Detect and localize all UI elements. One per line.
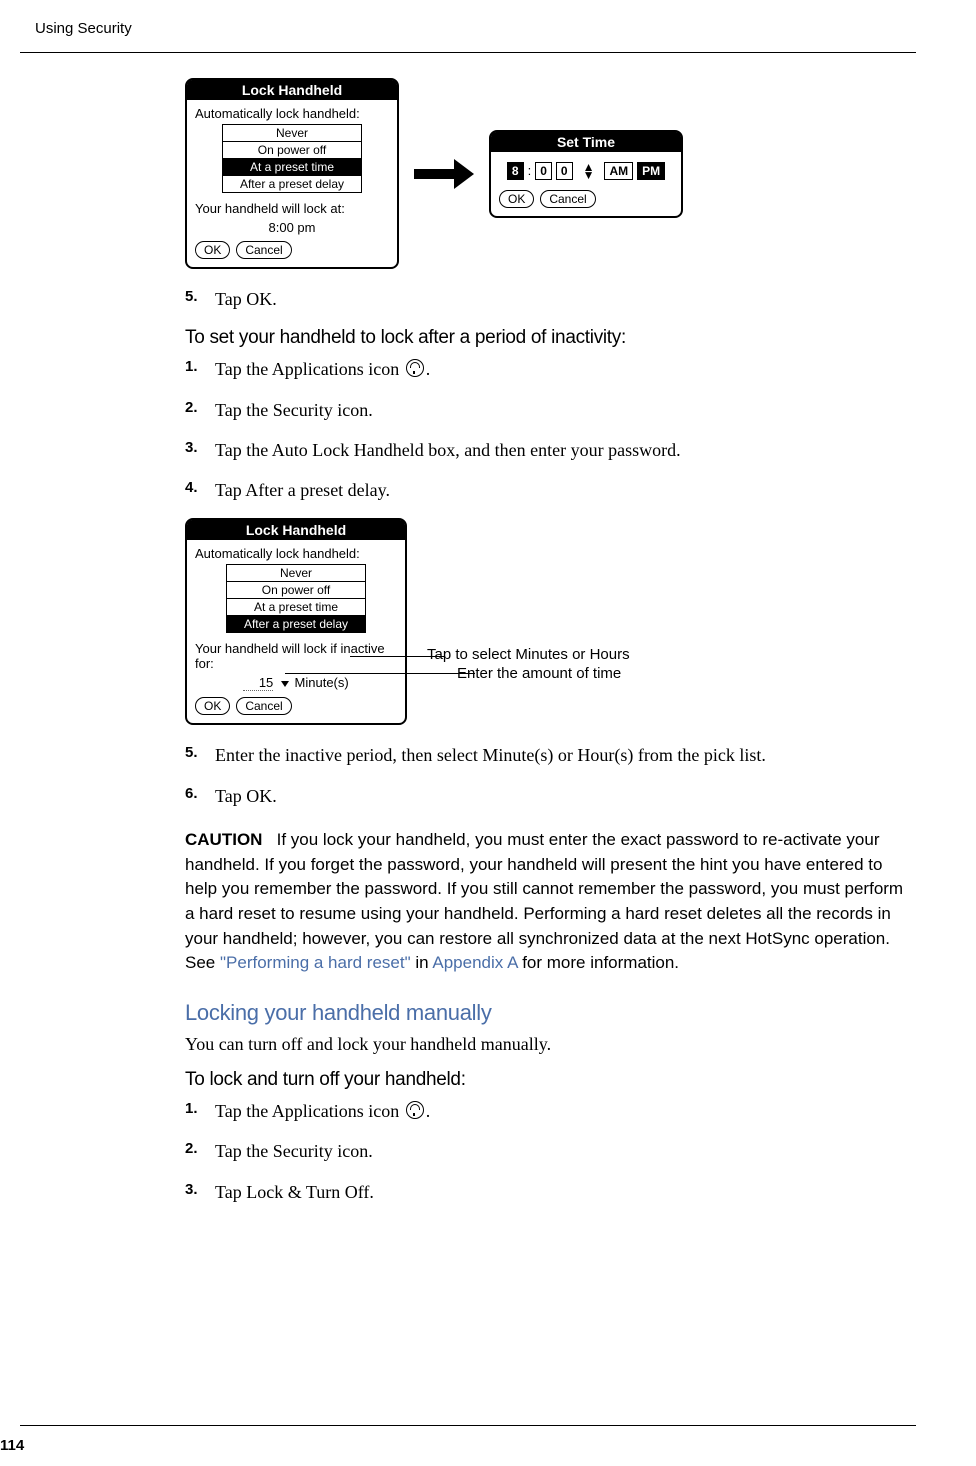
page-number: 114 (0, 1437, 24, 1454)
callout-minutes-hours: Tap to select Minutes or Hours (427, 646, 630, 663)
link-appendix-a[interactable]: Appendix A (432, 953, 517, 972)
step-number: 1. (185, 357, 215, 381)
step-b1: 1. Tap the Applications icon . (185, 1099, 905, 1123)
settime-ok-button[interactable]: OK (499, 190, 534, 208)
step-5-tapok: 5. Tap OK. (185, 287, 905, 311)
step-text: Enter the inactive period, then select M… (215, 743, 766, 767)
dialog2-ok-button[interactable]: OK (195, 697, 230, 715)
pm-button[interactable]: PM (637, 162, 665, 180)
step-number: 1. (185, 1099, 215, 1123)
arrow-right-icon (414, 164, 474, 184)
step-number: 3. (185, 438, 215, 462)
body-text: You can turn off and lock your handheld … (185, 1032, 905, 1057)
dialog2-label: Automatically lock handheld: (195, 546, 397, 561)
lock-options-list-2[interactable]: Never On power off At a preset time Afte… (226, 564, 366, 633)
option-poweroff[interactable]: On power off (222, 141, 362, 159)
step-text: Tap the Auto Lock Handheld box, and then… (215, 438, 681, 462)
footer-rule (20, 1425, 916, 1426)
step-text: Tap the Applications icon . (215, 1099, 430, 1123)
figure-lock-settime: Lock Handheld Automatically lock handhel… (185, 78, 905, 269)
step-text: Tap the Applications icon . (215, 357, 430, 381)
applications-icon (406, 359, 424, 377)
step-number: 3. (185, 1180, 215, 1204)
step-a4: 4. Tap After a preset delay. (185, 478, 905, 502)
min1-field[interactable]: 0 (535, 162, 552, 180)
time-up-down[interactable]: ▲▼ (583, 163, 595, 179)
step-b2: 2. Tap the Security icon. (185, 1139, 905, 1163)
step-a1: 1. Tap the Applications icon . (185, 357, 905, 381)
delay-value-field[interactable]: 15 (243, 675, 273, 691)
step-text: Tap OK. (215, 784, 277, 808)
dialog2-title: Lock Handheld (187, 520, 405, 540)
unit-dropdown[interactable]: Minute(s) (295, 675, 349, 690)
hour-field[interactable]: 8 (507, 162, 524, 180)
dialog-label: Automatically lock handheld: (195, 106, 389, 121)
option-preset-time[interactable]: At a preset time (222, 158, 362, 176)
page-header: Using Security (20, 20, 916, 53)
step-text: Tap OK. (215, 287, 277, 311)
am-button[interactable]: AM (604, 162, 633, 180)
callout-line-1 (350, 656, 445, 658)
settime-title: Set Time (491, 132, 681, 152)
min2-field[interactable]: 0 (556, 162, 573, 180)
subheading-lock-turnoff: To lock and turn off your handheld: (185, 1069, 905, 1091)
settime-cancel-button[interactable]: Cancel (540, 190, 595, 208)
colon: : (528, 163, 532, 178)
dialog-title: Lock Handheld (187, 80, 397, 100)
option-preset-delay[interactable]: After a preset delay (222, 175, 362, 193)
caution-label: CAUTION (185, 830, 262, 849)
caution-after: for more information. (517, 953, 679, 972)
step-a3: 3. Tap the Auto Lock Handheld box, and t… (185, 438, 905, 462)
caution-text: If you lock your handheld, you must ente… (185, 830, 903, 972)
step-number: 4. (185, 478, 215, 502)
lock-options-list[interactable]: Never On power off At a preset time Afte… (222, 124, 362, 193)
option-poweroff[interactable]: On power off (226, 581, 366, 599)
step-a2: 2. Tap the Security icon. (185, 398, 905, 422)
lock-dialog-2: Lock Handheld Automatically lock handhel… (185, 518, 407, 725)
dialog-label2: Your handheld will lock at: (195, 201, 389, 216)
ok-button[interactable]: OK (195, 241, 230, 259)
heading-locking-manually: Locking your handheld manually (185, 1000, 905, 1026)
step-number: 6. (185, 784, 215, 808)
delay-input-row: 15 Minute(s) (195, 675, 397, 691)
lock-time-value: 8:00 pm (195, 220, 389, 235)
step-text: Tap the Security icon. (215, 398, 373, 422)
lock-dialog-1: Lock Handheld Automatically lock handhel… (185, 78, 399, 269)
step-number: 5. (185, 743, 215, 767)
option-never[interactable]: Never (226, 564, 366, 582)
dropdown-indicator-icon[interactable] (281, 681, 289, 687)
caution-block: CAUTION If you lock your handheld, you m… (185, 828, 905, 976)
option-preset-delay[interactable]: After a preset delay (226, 615, 366, 633)
step-text: Tap Lock & Turn Off. (215, 1180, 374, 1204)
subheading-inactivity: To set your handheld to lock after a per… (185, 327, 905, 349)
cancel-button[interactable]: Cancel (236, 241, 291, 259)
step-number: 5. (185, 287, 215, 311)
step-b3: 3. Tap Lock & Turn Off. (185, 1180, 905, 1204)
figure-lock-delay: Lock Handheld Automatically lock handhel… (185, 518, 905, 725)
step-5b: 5. Enter the inactive period, then selec… (185, 743, 905, 767)
dialog2-cancel-button[interactable]: Cancel (236, 697, 291, 715)
link-hard-reset[interactable]: "Performing a hard reset" (220, 953, 411, 972)
callout-enter-time: Enter the amount of time (457, 665, 630, 682)
set-time-dialog: Set Time 8 : 0 0 ▲▼ AM PM OK Cancel (489, 130, 683, 218)
step-text: Tap the Security icon. (215, 1139, 373, 1163)
step-6: 6. Tap OK. (185, 784, 905, 808)
option-preset-time[interactable]: At a preset time (226, 598, 366, 616)
applications-icon (406, 1101, 424, 1119)
step-number: 2. (185, 398, 215, 422)
step-number: 2. (185, 1139, 215, 1163)
step-text: Tap After a preset delay. (215, 478, 390, 502)
option-never[interactable]: Never (222, 124, 362, 142)
caution-mid: in (411, 953, 433, 972)
callout-line-2 (285, 673, 475, 675)
